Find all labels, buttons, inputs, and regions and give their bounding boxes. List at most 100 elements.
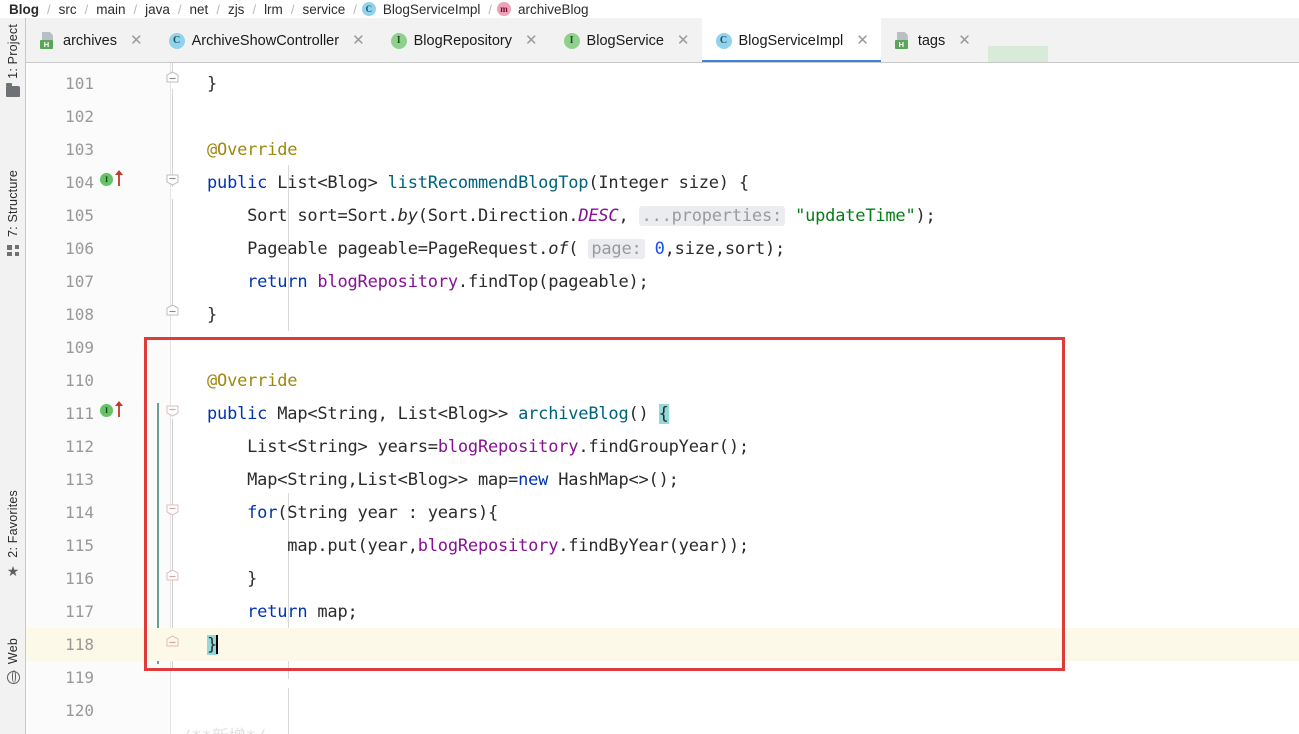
line-number: 104 (65, 173, 94, 192)
fold-collapse-icon[interactable] (166, 635, 179, 648)
breadcrumb-label: service (302, 1, 346, 17)
code-line[interactable]: 117 return map; (26, 595, 1299, 628)
line-number: 118 (65, 635, 94, 654)
breadcrumb-separator-icon: / (84, 1, 89, 17)
line-number: 116 (65, 569, 94, 588)
breadcrumb-separator-icon: / (47, 1, 51, 17)
breadcrumb-item-blogserviceimpl[interactable]: C BlogServiceImpl (361, 2, 484, 17)
inlay-hint: ...properties: (638, 205, 786, 226)
code-line[interactable]: 104 public List<Blog> listRecommendBlogT… (26, 166, 1299, 199)
breadcrumb-item-archiveblog[interactable]: m archiveBlog (497, 2, 592, 17)
breadcrumb-separator-icon: / (252, 1, 257, 17)
structure-icon (5, 242, 21, 258)
breadcrumb-item-blog[interactable]: Blog (6, 2, 42, 17)
close-icon[interactable]: ✕ (677, 33, 690, 48)
breadcrumb-label: lrm (264, 1, 283, 17)
code-line[interactable]: 116 } (26, 562, 1299, 595)
code-text: Sort sort=Sort.by(Sort.Direction.DESC, .… (207, 205, 936, 226)
breadcrumb-item-service[interactable]: service (299, 2, 348, 17)
code-line[interactable]: 109 (26, 331, 1299, 364)
editor-tab-archiveshowcontroller[interactable]: C ArchiveShowController ✕ (154, 18, 377, 62)
code-text: public Map<String, List<Blog>> archiveBl… (207, 403, 669, 424)
html-file-icon: H (40, 32, 56, 49)
line-number: 110 (65, 371, 94, 390)
code-line[interactable]: 112 List<String> years=blogRepository.fi… (26, 430, 1299, 463)
close-icon[interactable]: ✕ (958, 33, 971, 48)
tab-hint-highlight (988, 46, 1048, 62)
editor-tab-blogserviceimpl[interactable]: C BlogServiceImpl ✕ (701, 18, 882, 62)
code-line[interactable]: 113 Map<String,List<Blog>> map=new HashM… (26, 463, 1299, 496)
breadcrumb-item-net[interactable]: net (187, 2, 212, 17)
fold-collapse-icon[interactable] (166, 569, 179, 582)
override-arrow-icon[interactable] (114, 169, 124, 186)
sidebar-item-structure[interactable]: 7: Structure (0, 168, 26, 261)
editor-tab-label: ArchiveShowController (191, 32, 340, 49)
line-number: 108 (65, 305, 94, 324)
sidebar-item-project[interactable]: 1: Project (0, 22, 26, 103)
globe-icon (5, 669, 21, 685)
line-number: 101 (65, 74, 94, 93)
line-number: 109 (65, 338, 94, 357)
code-editor[interactable]: 101 } 102 103 @Override 104 public List<… (26, 63, 1299, 734)
sidebar-item-web[interactable]: Web (0, 636, 26, 688)
fold-collapse-icon[interactable] (166, 71, 179, 84)
breadcrumb-item-main[interactable]: main (93, 2, 128, 17)
breadcrumb-label: net (189, 1, 209, 17)
close-icon[interactable]: ✕ (130, 33, 143, 48)
interface-icon: I (563, 32, 580, 49)
fold-expand-icon[interactable] (166, 503, 179, 516)
code-line[interactable]: 103 @Override (26, 133, 1299, 166)
editor-tab-label: archives (63, 32, 117, 49)
code-line[interactable]: 108 } (26, 298, 1299, 331)
breadcrumb-item-src[interactable]: src (56, 2, 80, 17)
line-number: 106 (65, 239, 94, 258)
code-line[interactable]: 119 (26, 661, 1299, 694)
close-icon[interactable]: ✕ (525, 33, 538, 48)
line-number: 105 (65, 206, 94, 225)
line-number: 117 (65, 602, 94, 621)
breadcrumb-label: src (58, 1, 77, 17)
breadcrumb-item-java[interactable]: java (142, 2, 173, 17)
editor-tab-blogrepository[interactable]: I BlogRepository ✕ (376, 18, 550, 62)
editor-tab-label: BlogServiceImpl (738, 32, 844, 49)
implementing-method-icon[interactable]: I (100, 404, 113, 417)
implementing-method-icon[interactable]: I (100, 173, 113, 186)
breadcrumb-item-lrm[interactable]: lrm (261, 2, 286, 17)
breadcrumb-separator-icon: / (177, 1, 182, 17)
fold-collapse-icon[interactable] (166, 304, 179, 317)
line-number: 113 (65, 470, 94, 489)
close-icon[interactable]: ✕ (856, 33, 869, 48)
class-icon: C (168, 32, 185, 49)
code-line[interactable]: 118 } (26, 628, 1299, 661)
line-number: 111 (65, 404, 94, 423)
code-line[interactable]: 110 @Override (26, 364, 1299, 397)
editor-tab-bar: H archives ✕ C ArchiveShowController ✕ I… (26, 18, 1299, 63)
method-icon: m (497, 2, 511, 16)
code-line[interactable]: 102 (26, 100, 1299, 133)
code-line[interactable]: 115 map.put(year,blogRepository.findByYe… (26, 529, 1299, 562)
intellij-idea-window: Blog / src / main / java / net / zjs / l… (0, 0, 1299, 734)
override-arrow-icon[interactable] (114, 400, 124, 417)
fold-expand-icon[interactable] (166, 173, 179, 186)
code-text: } (207, 73, 218, 94)
sidebar-item-favorites[interactable]: 2: Favorites ★ (0, 488, 26, 582)
sidebar-item-label: 2: Favorites (6, 490, 20, 558)
close-icon[interactable]: ✕ (352, 33, 365, 48)
fold-expand-icon[interactable] (166, 404, 179, 417)
code-line[interactable]: 101 } (26, 67, 1299, 100)
code-line[interactable]: 114 for(String year : years){ (26, 496, 1299, 529)
code-text: public List<Blog> listRecommendBlogTop(I… (207, 172, 749, 193)
html-file-icon: H (894, 32, 911, 49)
code-line[interactable]: 106 Pageable pageable=PageRequest.of( pa… (26, 232, 1299, 265)
code-line[interactable]: 111 public Map<String, List<Blog>> archi… (26, 397, 1299, 430)
editor-tab-archives[interactable]: H archives ✕ (26, 18, 155, 62)
code-text: map.put(year,blogRepository.findByYear(y… (207, 535, 749, 556)
code-line[interactable]: 107 return blogRepository.findTop(pageab… (26, 265, 1299, 298)
line-number: 114 (65, 503, 94, 522)
editor-tab-label: tags (917, 32, 946, 49)
breadcrumb-item-zjs[interactable]: zjs (225, 2, 248, 17)
editor-tab-tags[interactable]: H tags ✕ (880, 18, 983, 62)
code-line[interactable]: 105 Sort sort=Sort.by(Sort.Direction.DES… (26, 199, 1299, 232)
line-number: 120 (65, 701, 94, 720)
editor-tab-blogservice[interactable]: I BlogService ✕ (549, 18, 702, 62)
